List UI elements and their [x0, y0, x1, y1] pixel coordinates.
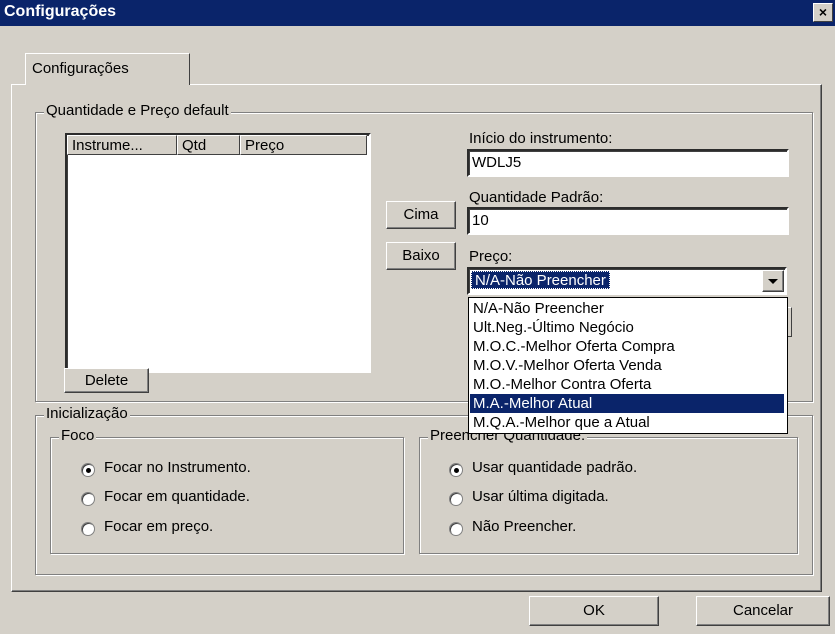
- group-init-label: Inicialização: [44, 405, 130, 422]
- list-item[interactable]: Ult.Neg.-Último Negócio: [470, 318, 784, 337]
- radio-focus-quantity[interactable]: [81, 492, 95, 506]
- radio-focus-instrument-label[interactable]: Focar no Instrumento.: [104, 459, 251, 476]
- price-label: Preço:: [469, 248, 513, 265]
- list-item[interactable]: M.O.C.-Melhor Oferta Compra: [470, 337, 784, 356]
- radio-fill-default-label[interactable]: Usar quantidade padrão.: [472, 459, 637, 476]
- close-button[interactable]: ×: [813, 3, 833, 22]
- group-defaults-label: Quantidade e Preço default: [44, 102, 231, 119]
- quantity-input[interactable]: 10: [467, 207, 789, 235]
- column-header-preco[interactable]: Preço: [240, 135, 367, 155]
- radio-fill-none-label[interactable]: Não Preencher.: [472, 518, 576, 535]
- radio-fill-none[interactable]: [449, 522, 463, 536]
- radio-dot: [454, 468, 459, 473]
- instrument-listview[interactable]: Instrume... Qtd Preço: [65, 133, 371, 373]
- group-focus-label: Foco: [59, 427, 97, 444]
- delete-button[interactable]: Delete: [64, 368, 149, 393]
- instrument-label: Início do instrumento:: [469, 130, 613, 147]
- dropdown-button[interactable]: [762, 270, 784, 292]
- tab-label: Configurações: [32, 60, 129, 77]
- radio-fill-default[interactable]: [449, 463, 463, 477]
- column-header-instrument[interactable]: Instrume...: [67, 135, 177, 155]
- title-bar: Configurações ×: [0, 0, 835, 26]
- quantity-label: Quantidade Padrão:: [469, 189, 604, 206]
- move-down-button[interactable]: Baixo: [386, 242, 456, 270]
- ok-button[interactable]: OK: [529, 596, 659, 626]
- list-item[interactable]: M.Q.A.-Melhor que a Atual: [470, 413, 784, 432]
- price-selected-value: N/A-Não Preencher: [471, 271, 610, 289]
- list-item[interactable]: M.O.-Melhor Contra Oferta: [470, 375, 784, 394]
- column-header-qtd[interactable]: Qtd: [177, 135, 240, 155]
- list-item[interactable]: N/A-Não Preencher: [470, 299, 784, 318]
- radio-focus-price-label[interactable]: Focar em preço.: [104, 518, 213, 535]
- radio-focus-quantity-label[interactable]: Focar em quantidade.: [104, 488, 250, 505]
- list-item[interactable]: M.O.V.-Melhor Oferta Venda: [470, 356, 784, 375]
- price-dropdown-list[interactable]: N/A-Não Preencher Ult.Neg.-Último Negóci…: [468, 297, 788, 434]
- price-select[interactable]: N/A-Não Preencher: [467, 267, 787, 295]
- radio-dot: [86, 468, 91, 473]
- radio-focus-instrument[interactable]: [81, 463, 95, 477]
- radio-fill-last[interactable]: [449, 492, 463, 506]
- chevron-down-icon: [768, 279, 778, 284]
- close-icon: ×: [818, 4, 828, 20]
- move-up-button[interactable]: Cima: [386, 201, 456, 229]
- radio-fill-last-label[interactable]: Usar última digitada.: [472, 488, 609, 505]
- instrument-input[interactable]: WDLJ5: [467, 149, 789, 177]
- tab-configuracoes[interactable]: Configurações: [25, 53, 190, 85]
- window-title: Configurações: [4, 3, 117, 20]
- radio-focus-price[interactable]: [81, 522, 95, 536]
- list-item-highlighted[interactable]: M.A.-Melhor Atual: [470, 394, 784, 413]
- cancel-button[interactable]: Cancelar: [696, 596, 830, 626]
